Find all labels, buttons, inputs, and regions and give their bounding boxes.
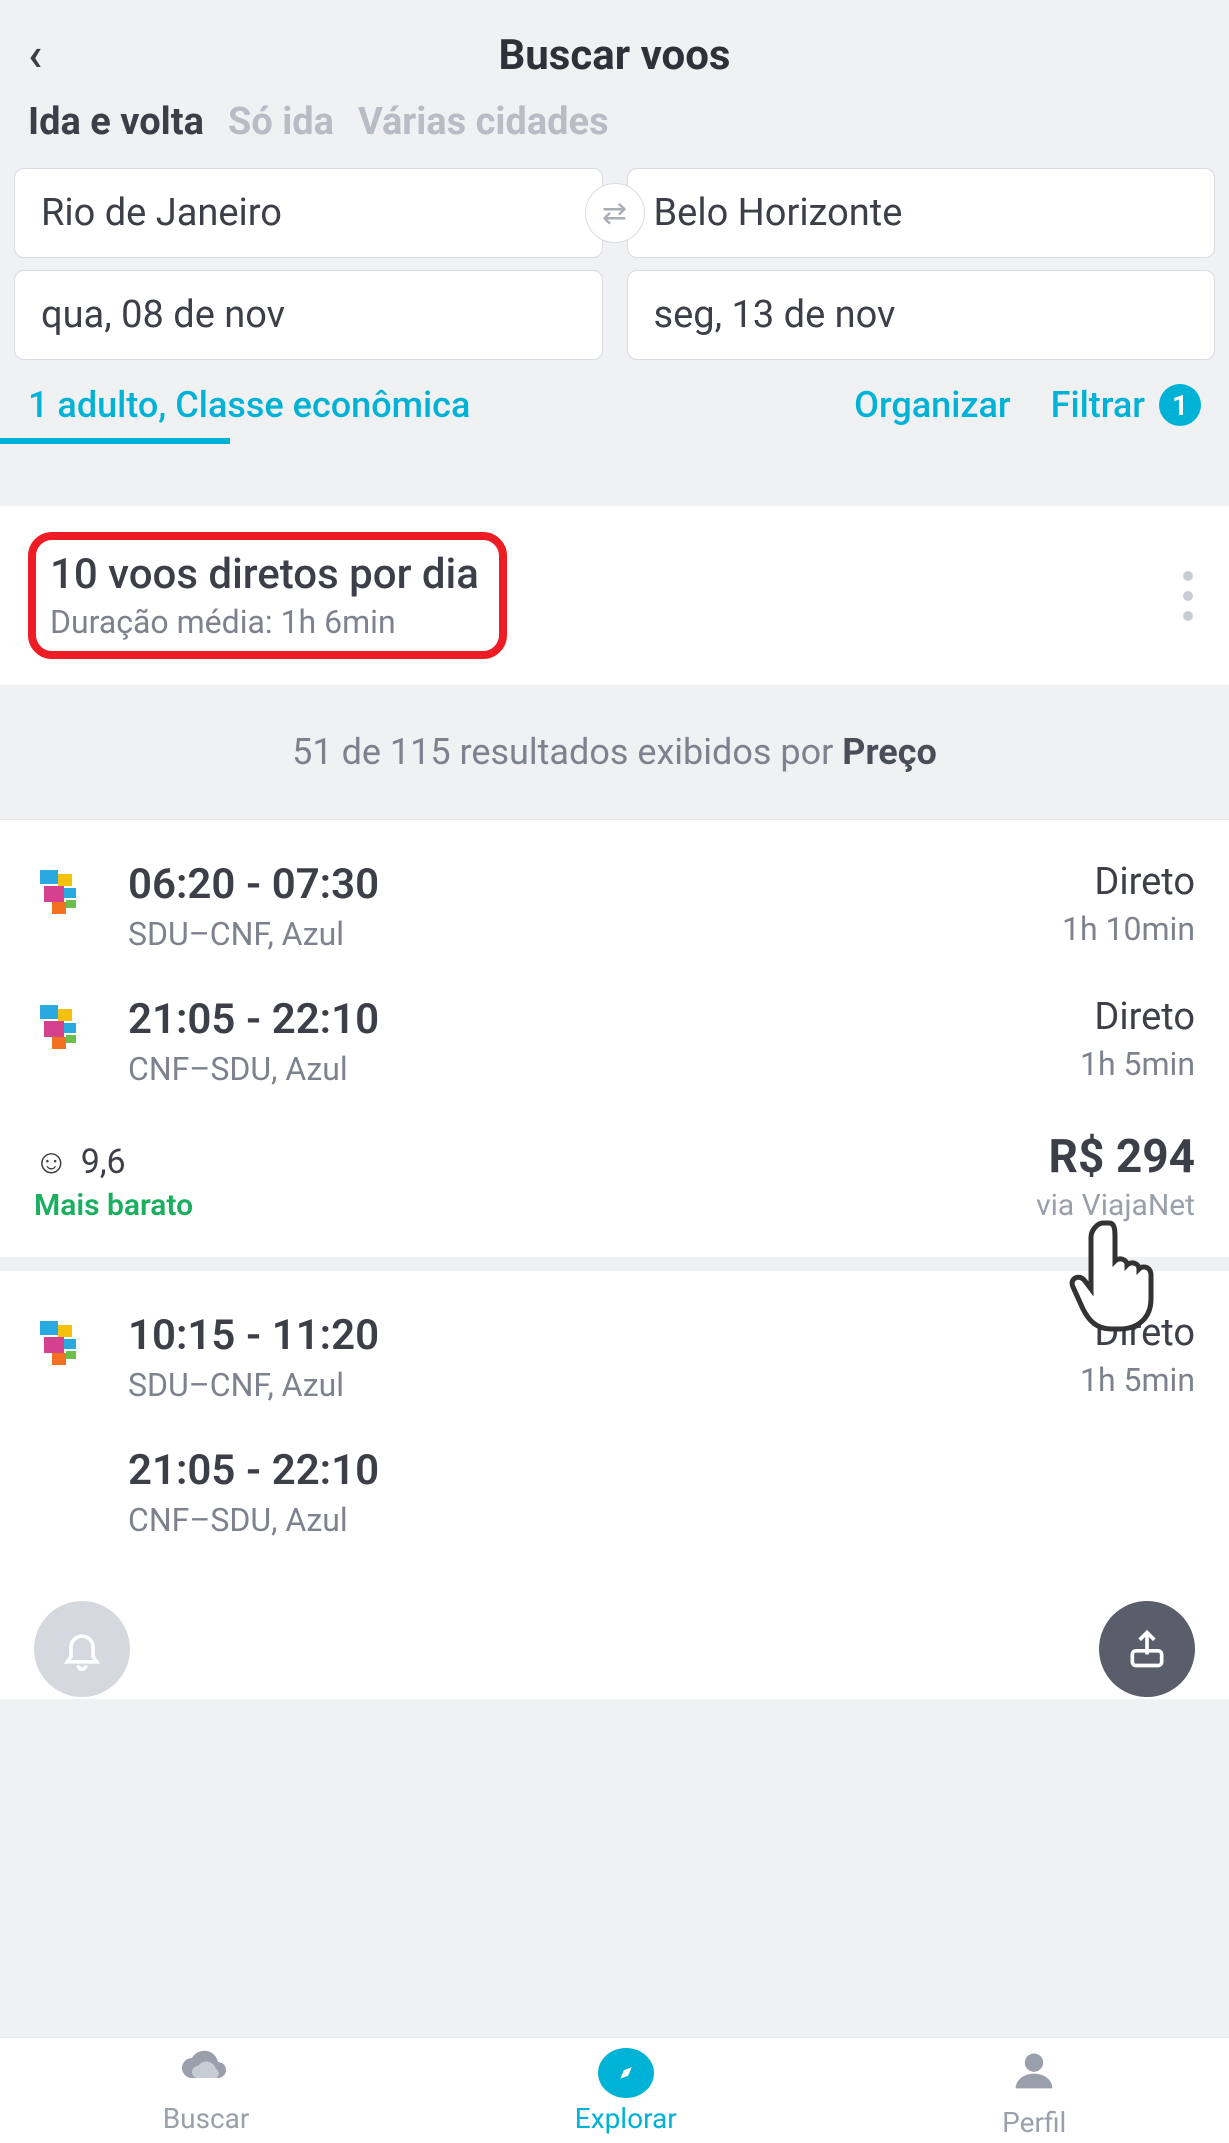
filter-label: Filtrar	[1051, 384, 1145, 426]
leg-stops: Direto	[1080, 995, 1195, 1039]
airline-logo-icon	[34, 1315, 98, 1379]
airline-logo-icon	[34, 864, 98, 928]
nav-search-label: Buscar	[163, 2102, 250, 2135]
swap-icon[interactable]: ⇄	[585, 183, 645, 243]
leg-route: SDU–CNF, Azul	[128, 915, 1032, 953]
avg-duration-text: Duração média: 1h 6min	[50, 603, 479, 641]
flight-leg: 21:05 - 22:10 CNF–SDU, Azul	[34, 1446, 1195, 1539]
share-button[interactable]	[1099, 1601, 1195, 1697]
cloud-icon	[178, 2048, 234, 2098]
filter-button[interactable]: Filtrar 1	[1051, 384, 1201, 426]
price-value: R$ 294	[1036, 1130, 1195, 1184]
return-date-input[interactable]: seg, 13 de nov	[627, 270, 1216, 360]
flight-leg: 06:20 - 07:30 SDU–CNF, Azul Direto 1h 10…	[34, 860, 1195, 953]
leg-times: 21:05 - 22:10	[128, 995, 1050, 1044]
person-icon	[1012, 2048, 1056, 2102]
direct-flights-title: 10 voos diretos por dia	[50, 550, 479, 599]
nav-explore-label: Explorar	[575, 2102, 677, 2135]
trip-type-tabs: Ida e volta Só ida Várias cidades	[28, 100, 1201, 144]
destination-input[interactable]: Belo Horizonte	[627, 168, 1216, 258]
leg-route: CNF–SDU, Azul	[128, 1501, 1165, 1539]
leg-times: 21:05 - 22:10	[128, 1446, 1165, 1495]
nav-explore[interactable]: Explorar	[575, 2048, 677, 2135]
flight-leg: 21:05 - 22:10 CNF–SDU, Azul Direto 1h 5m…	[34, 995, 1195, 1088]
nav-profile-label: Perfil	[1002, 2106, 1066, 2139]
leg-duration: 1h 5min	[1080, 1361, 1195, 1399]
tab-multicity[interactable]: Várias cidades	[358, 100, 609, 144]
depart-date-input[interactable]: qua, 08 de nov	[14, 270, 603, 360]
origin-input[interactable]: Rio de Janeiro	[14, 168, 603, 258]
nav-profile[interactable]: Perfil	[1002, 2048, 1066, 2135]
leg-duration: 1h 5min	[1080, 1045, 1195, 1083]
page-title: Buscar voos	[498, 31, 730, 80]
leg-times: 10:15 - 11:20	[128, 1311, 1050, 1360]
sort-key: Preço	[842, 731, 937, 773]
leg-times: 06:20 - 07:30	[128, 860, 1032, 909]
bottom-nav: Buscar Explorar Perfil	[0, 2037, 1229, 2143]
flight-card[interactable]: 06:20 - 07:30 SDU–CNF, Azul Direto 1h 10…	[0, 820, 1229, 1271]
compass-icon	[598, 2048, 654, 2098]
leg-stops: Direto	[1062, 860, 1195, 904]
price-alert-button[interactable]	[34, 1601, 130, 1697]
airline-logo-icon	[34, 999, 98, 1063]
rating-smiley-icon: ☺	[34, 1142, 69, 1182]
more-options-icon[interactable]	[1183, 571, 1193, 621]
highlight-annotation: 10 voos diretos por dia Duração média: 1…	[28, 532, 507, 659]
sort-button[interactable]: Organizar	[854, 384, 1010, 426]
back-button[interactable]: ‹	[28, 28, 42, 82]
results-count-row: 51 de 115 resultados exibidos por Preço	[0, 685, 1229, 819]
flight-card[interactable]: 10:15 - 11:20 SDU–CNF, Azul Direto 1h 5m…	[0, 1271, 1229, 1713]
flight-leg: 10:15 - 11:20 SDU–CNF, Azul Direto 1h 5m…	[34, 1311, 1195, 1404]
leg-route: CNF–SDU, Azul	[128, 1050, 1050, 1088]
leg-duration: 1h 10min	[1062, 910, 1195, 948]
nav-search[interactable]: Buscar	[163, 2048, 250, 2135]
passengers-class-button[interactable]: 1 adulto, Classe econômica	[28, 384, 470, 426]
leg-route: SDU–CNF, Azul	[128, 1366, 1050, 1404]
tab-roundtrip[interactable]: Ida e volta	[28, 100, 204, 144]
rating-value: 9,6	[81, 1142, 126, 1182]
filter-count-badge: 1	[1159, 384, 1201, 426]
results-count-prefix: 51 de 115 resultados exibidos por	[292, 731, 842, 773]
price-via: via ViajaNet	[1036, 1188, 1195, 1223]
tab-oneway[interactable]: Só ida	[228, 100, 334, 144]
cheapest-label: Mais barato	[34, 1188, 193, 1223]
leg-stops: Direto	[1080, 1311, 1195, 1355]
direct-flights-summary[interactable]: 10 voos diretos por dia Duração média: 1…	[0, 506, 1229, 685]
